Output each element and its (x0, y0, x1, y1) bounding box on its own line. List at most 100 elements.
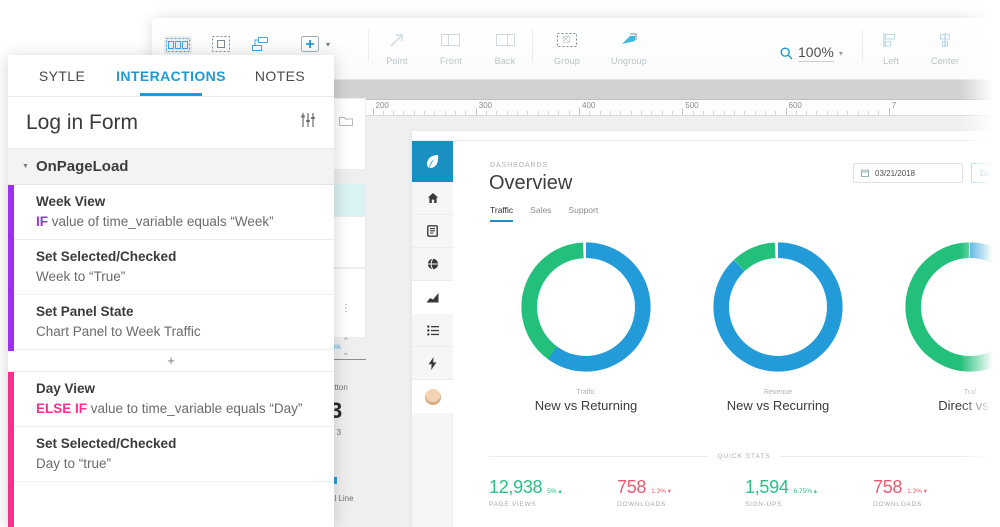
case-day-view: Day View ELSE IF value to time_variable … (8, 372, 334, 527)
ruler-label: 200 (375, 101, 389, 110)
sidebar-item-globe[interactable] (412, 248, 453, 281)
breadcrumb: DASHBOARDS (490, 162, 549, 169)
ruler-tick (558, 111, 560, 115)
home-icon (427, 193, 438, 203)
date-picker[interactable]: 03/21/2018 (853, 163, 963, 183)
more-options-icon[interactable]: ⋮ (341, 303, 352, 314)
donut-chart-traffic[interactable]: Traffic New vs Returning (491, 236, 681, 413)
sidebar-item-documents[interactable] (412, 215, 453, 248)
dashboard-tabs: Traffic Sales Support (490, 205, 598, 222)
sidebar-item-home[interactable] (412, 182, 453, 215)
align-left-button[interactable]: Left (864, 26, 918, 66)
tab-style[interactable]: SYTLE (8, 55, 116, 96)
sidebar-item-profile[interactable] (412, 380, 453, 413)
selection-box-icon[interactable] (212, 36, 230, 52)
align-center-button[interactable]: Center (918, 26, 972, 66)
ruler-tick (733, 111, 735, 115)
ruler-tick (579, 108, 580, 115)
donut-chart-direct[interactable]: Traf Direct vs R (875, 236, 1000, 413)
stat-value: 12,938 (489, 477, 543, 497)
donut-3-title: Direct vs R (938, 398, 1000, 413)
send-back[interactable]: Back (478, 26, 532, 66)
sidebar-item-list[interactable] (412, 314, 453, 347)
donut-svg-2 (713, 242, 843, 372)
stat-value: 758 (617, 477, 647, 497)
bar-chart-icon (426, 293, 439, 303)
action-row[interactable]: Set Selected/Checked Day to “true” (8, 427, 334, 482)
range-button[interactable]: Day (971, 163, 1000, 183)
action-title: Set Selected/Checked (36, 249, 177, 264)
document-icon (427, 225, 438, 237)
stat-change: 1.3% ▾ (907, 488, 928, 495)
tab-notes[interactable]: NOTES (226, 55, 334, 96)
top-label: Top (992, 56, 1000, 66)
layers-folder-row[interactable] (330, 98, 366, 170)
donut-2-title: New vs Recurring (726, 398, 830, 413)
ruler-tick (723, 111, 725, 115)
tab-sales[interactable]: Sales (530, 205, 551, 222)
layers-row[interactable] (330, 216, 366, 268)
distribute-icon[interactable] (164, 36, 192, 54)
zoom-value[interactable]: 100% (798, 44, 834, 62)
event-header[interactable]: ▼ OnPageLoad (8, 149, 334, 185)
ruler-label: 500 (685, 101, 699, 110)
dashboard-content: DASHBOARDS Overview Traffic Sales Suppor… (453, 141, 1000, 527)
stat-card: 12,938 5% ▴ PAGE VIEWS (489, 477, 617, 508)
leaf-logo-icon[interactable] (412, 141, 453, 182)
ruler-tick (806, 111, 808, 115)
ruler-tick (413, 111, 415, 115)
stepper-icon[interactable]: ⌃ ⌄ (342, 336, 350, 358)
sidebar-item-activity[interactable] (412, 347, 453, 380)
point-tool[interactable]: Point (370, 26, 424, 66)
ungroup-button[interactable]: Ungroup (598, 26, 660, 66)
ruler-tick (826, 111, 828, 115)
case-condition-row[interactable]: Week View IF value of time_variable equa… (8, 185, 334, 240)
case-accent-bar (8, 372, 14, 527)
zoom-control[interactable]: 100% ▾ (780, 44, 843, 62)
quick-stats-header: QUICK STATS (489, 453, 999, 460)
action-title: Set Selected/Checked (36, 436, 177, 451)
screenshot-root: ▾ Point Front Back Group Ungroup 100% ▾ … (0, 0, 1000, 527)
ruler-tick (785, 108, 787, 115)
flow-connect-icon[interactable] (250, 36, 270, 52)
action-row[interactable]: Set Selected/Checked Week to “True” (8, 240, 334, 295)
align-top-button[interactable]: Top (992, 26, 1000, 66)
stat-change: 1.3% ▾ (651, 488, 672, 495)
ruler-tick (568, 111, 570, 115)
stat-card: 758 1.3% ▾ DOWNLOADS (873, 477, 1000, 508)
ruler-tick (682, 108, 684, 115)
interactions-panel: SYTLE INTERACTIONS NOTES Log in Form ▼ O… (8, 55, 334, 527)
dashboard-preview[interactable]: DASHBOARDS Overview Traffic Sales Suppor… (412, 131, 1000, 527)
chevron-down-icon[interactable]: ▼ (22, 163, 29, 170)
tab-traffic[interactable]: Traffic (490, 205, 514, 222)
add-dropdown-caret[interactable]: ▾ (326, 40, 330, 49)
ruler-tick (382, 111, 384, 115)
sliders-icon[interactable] (300, 112, 316, 133)
ruler-tick (517, 111, 519, 115)
add-action-button[interactable]: + (8, 350, 334, 372)
ruler-tick (847, 111, 849, 115)
ruler-tick (434, 111, 436, 115)
stat-card: 1,594 6.75% ▴ SIGN-UPS (745, 477, 873, 508)
group-button[interactable]: Group (536, 26, 598, 66)
action-row[interactable]: Set Panel State Chart Panel to Week Traf… (8, 295, 334, 350)
ruler-tick (878, 111, 880, 115)
send-back-icon (478, 26, 532, 54)
condition-keyword: IF (36, 214, 48, 229)
ruler-tick (444, 111, 446, 115)
event-label: OnPageLoad (35, 158, 129, 175)
chevron-down-icon[interactable]: ▾ (839, 49, 843, 58)
tab-support[interactable]: Support (568, 205, 598, 222)
case-condition-row[interactable]: Day View ELSE IF value to time_variable … (8, 372, 334, 427)
donut-chart-revenue[interactable]: Revenue New vs Recurring (683, 236, 873, 413)
ruler-tick (816, 111, 818, 115)
tab-interactions[interactable]: INTERACTIONS (116, 55, 226, 96)
point-icon (370, 26, 424, 54)
divider (489, 456, 710, 457)
layer-highlight[interactable] (330, 184, 366, 216)
stat-card: 758 1.3% ▾ DOWNLOADS (617, 477, 745, 508)
add-icon[interactable] (300, 35, 320, 53)
bring-front[interactable]: Front (424, 26, 478, 66)
sidebar-item-analytics[interactable] (412, 281, 453, 314)
condition-rest: value of time_variable equals “Week” (48, 214, 274, 229)
